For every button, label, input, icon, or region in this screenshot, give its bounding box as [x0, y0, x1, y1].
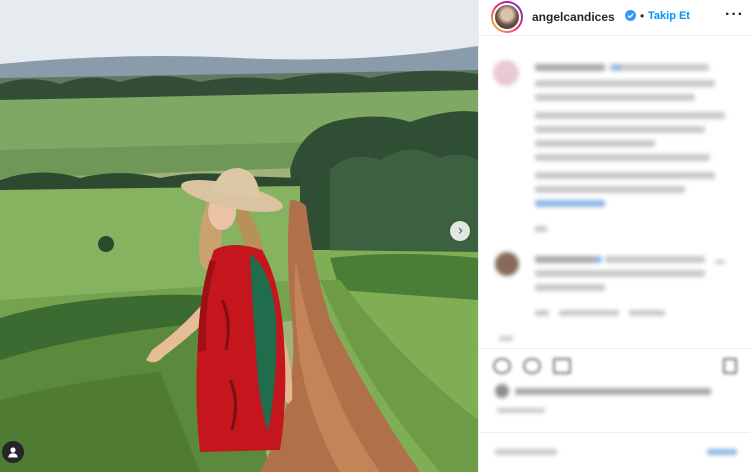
post-side-panel: angelcandices • Takip Et ···	[478, 0, 750, 472]
comment-icon[interactable]	[523, 358, 541, 374]
post-photo[interactable]: ›	[0, 0, 478, 472]
like-icon[interactable]	[493, 358, 511, 374]
divider	[479, 348, 750, 349]
blurred-comment	[479, 248, 750, 328]
landscape-photo	[0, 0, 478, 472]
blurred-likes	[479, 380, 750, 420]
blurred-footnote	[479, 332, 750, 346]
next-photo-button[interactable]: ›	[450, 221, 470, 241]
avatar-image	[493, 3, 521, 31]
post-header: angelcandices • Takip Et ···	[479, 0, 750, 36]
divider	[479, 432, 750, 433]
save-icon[interactable]	[723, 358, 737, 374]
verified-badge-icon	[625, 10, 636, 21]
avatar[interactable]	[491, 1, 523, 33]
user-tag-icon	[8, 447, 18, 458]
follow-button[interactable]: Takip Et	[648, 10, 690, 22]
post-actions	[479, 352, 750, 382]
more-options-icon[interactable]: ···	[725, 6, 744, 24]
user-tag-button[interactable]	[2, 441, 24, 463]
username-link[interactable]: angelcandices	[532, 10, 615, 24]
blurred-comment-input[interactable]	[479, 440, 750, 466]
blurred-caption	[479, 54, 750, 234]
header-separator: •	[640, 9, 645, 23]
chevron-right-icon: ›	[457, 223, 464, 239]
share-icon[interactable]	[553, 358, 571, 374]
